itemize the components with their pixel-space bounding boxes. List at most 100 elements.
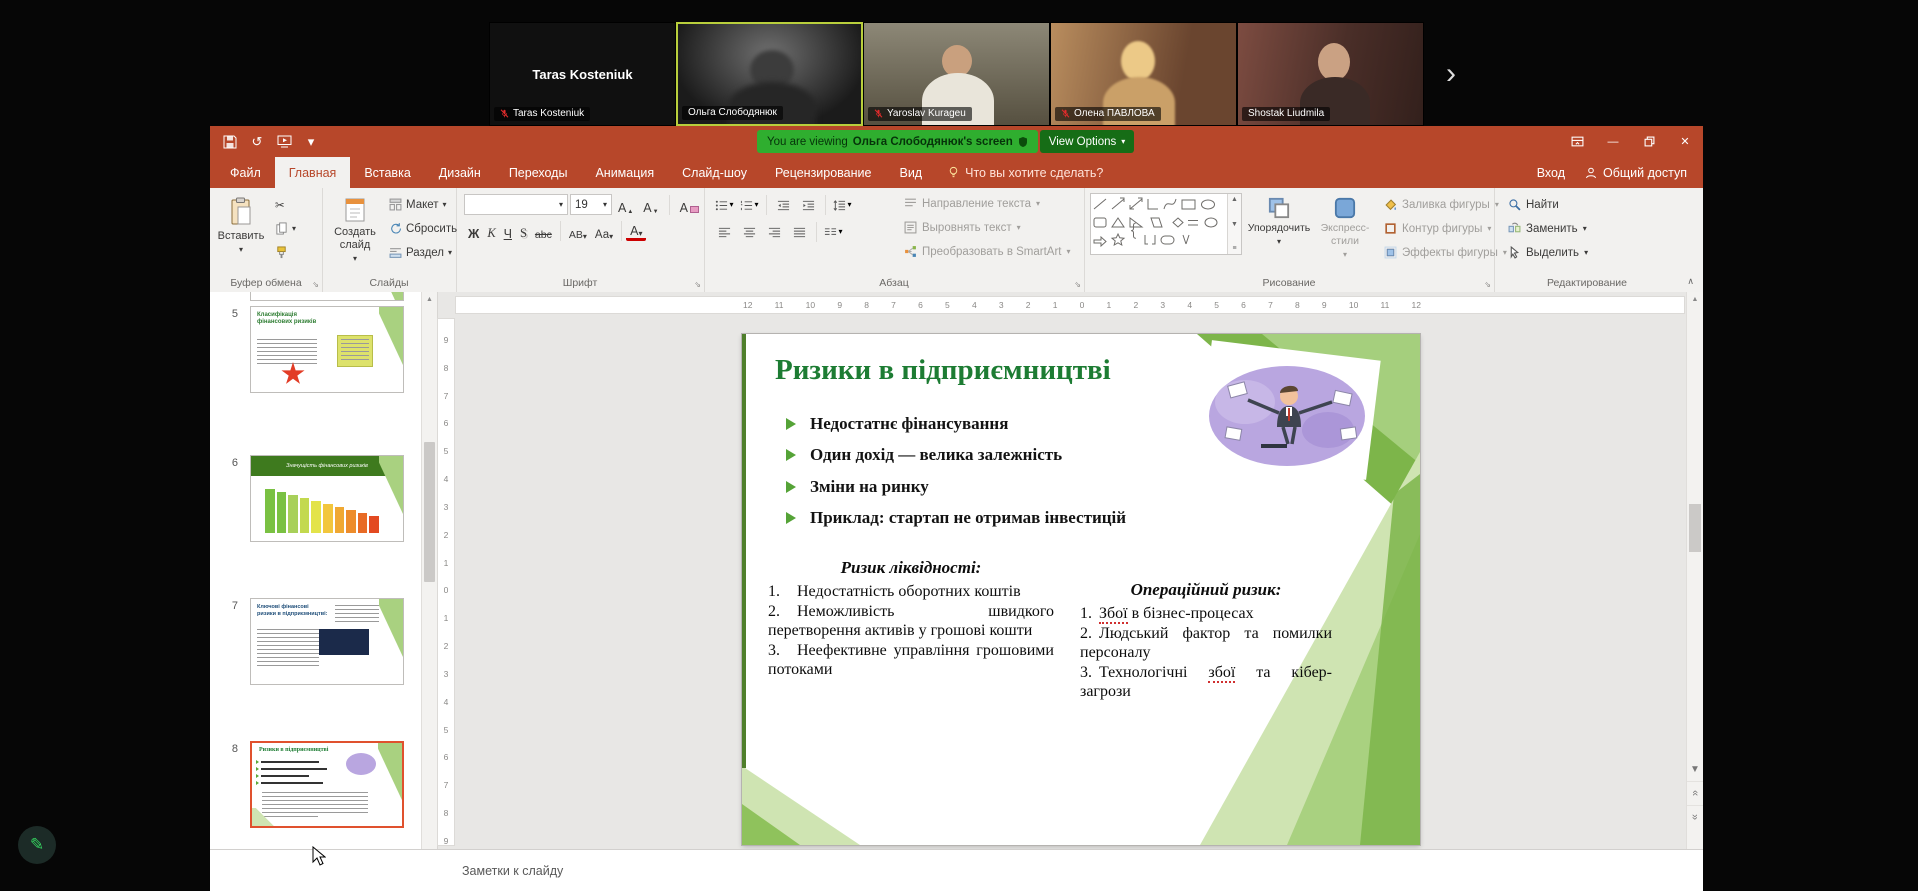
- annotate-button[interactable]: ✎: [18, 826, 56, 864]
- align-center-button[interactable]: [737, 221, 762, 243]
- convert-to-smartart-button[interactable]: Преобразовать в SmartArt▾: [900, 241, 1075, 262]
- copy-button[interactable]: ▾: [272, 218, 299, 239]
- tab-animations[interactable]: Анимация: [581, 157, 668, 188]
- italic-button[interactable]: К: [483, 221, 499, 241]
- font-size-combobox[interactable]: 19▾: [570, 194, 612, 215]
- columns-button[interactable]: ▾: [821, 221, 846, 243]
- operational-risk-textbox[interactable]: Операційний ризик: Збої в бізнес-процеса…: [1080, 580, 1332, 702]
- replace-button[interactable]: Заменить▾: [1504, 218, 1592, 239]
- dialog-launcher-icon[interactable]: ⇘: [1484, 280, 1491, 289]
- tab-view[interactable]: Вид: [885, 157, 936, 188]
- line-spacing-button[interactable]: ▾: [830, 194, 855, 216]
- slide-thumbnail-5[interactable]: Класифікація фінансових ризиків: [250, 306, 404, 393]
- next-slide-button[interactable]: «: [1687, 805, 1703, 828]
- increase-indent-button[interactable]: [796, 194, 821, 216]
- scroll-up-icon[interactable]: ▲: [422, 292, 437, 307]
- format-painter-button[interactable]: [272, 242, 299, 263]
- shapes-gallery[interactable]: ▲ ▼ ≡: [1090, 193, 1242, 255]
- dialog-launcher-icon[interactable]: ⇘: [1074, 280, 1081, 289]
- increase-font-size-button[interactable]: А▲: [614, 195, 637, 215]
- video-tile-shostak[interactable]: Shostak Liudmila: [1237, 22, 1424, 126]
- arrange-button[interactable]: Упорядочить ▾: [1246, 192, 1312, 275]
- undo-icon[interactable]: ↺: [249, 134, 265, 150]
- section-button[interactable]: Раздел▾: [386, 242, 460, 263]
- dialog-launcher-icon[interactable]: ⇘: [694, 280, 701, 289]
- clear-formatting-button[interactable]: А: [676, 195, 703, 215]
- minimize-button[interactable]: —: [1595, 126, 1631, 157]
- bold-button[interactable]: Ж: [464, 221, 483, 241]
- slide-thumbnail-7[interactable]: Ключові фінансові ризики в підприємництв…: [250, 598, 404, 685]
- layout-button[interactable]: Макет▾: [386, 194, 460, 215]
- liquidity-risk-textbox[interactable]: Ризик ліквідності: Недостатність оборотн…: [768, 558, 1054, 680]
- tab-slideshow[interactable]: Слайд-шоу: [668, 157, 761, 188]
- notes-pane[interactable]: Заметки к слайду: [210, 849, 1703, 891]
- underline-button[interactable]: Ч: [500, 221, 516, 241]
- change-case-button[interactable]: Аа▾: [591, 221, 617, 241]
- slide-thumbnail-8-selected[interactable]: Ризики в підприємництві: [250, 741, 404, 828]
- scrollbar-thumb[interactable]: [424, 442, 435, 582]
- decrease-font-size-button[interactable]: А▼: [639, 195, 662, 215]
- strikethrough-button[interactable]: abc: [531, 221, 556, 241]
- video-tile-olena[interactable]: Олена ПАВЛОВА: [1050, 22, 1237, 126]
- slide-thumbnail-partial[interactable]: [250, 292, 404, 301]
- align-right-button[interactable]: [762, 221, 787, 243]
- bullets-button[interactable]: ▾: [712, 194, 737, 216]
- shape-fill-button[interactable]: Заливка фигуры▾: [1380, 194, 1511, 215]
- tab-transitions[interactable]: Переходы: [495, 157, 582, 188]
- save-icon[interactable]: [222, 134, 238, 150]
- slide-canvas[interactable]: Ризики в підприємництві Недостатнє фінан…: [742, 334, 1420, 845]
- tab-review[interactable]: Рецензирование: [761, 157, 886, 188]
- select-button[interactable]: Выделить▾: [1504, 242, 1592, 263]
- slide-thumbnail-6[interactable]: Значущість фінансових ризиків: [250, 455, 404, 542]
- next-participants-button[interactable]: ›: [1438, 56, 1464, 92]
- group-label: Абзац: [704, 277, 1084, 289]
- close-button[interactable]: ✕: [1667, 126, 1703, 157]
- paste-button[interactable]: Вставить ▾: [215, 192, 267, 275]
- find-button[interactable]: Найти: [1504, 194, 1592, 215]
- text-shadow-button[interactable]: S: [516, 221, 531, 241]
- quick-styles-button[interactable]: Экспресс-стили ▾: [1314, 192, 1376, 275]
- gallery-down-icon[interactable]: ▼: [1231, 221, 1238, 228]
- scroll-up-icon[interactable]: ▲: [1687, 292, 1703, 307]
- video-tile-taras[interactable]: Taras Kosteniuk Taras Kosteniuk: [489, 22, 676, 126]
- shape-outline-button[interactable]: Контур фигуры▾: [1380, 218, 1511, 239]
- column-heading: Ризик ліквідності:: [768, 558, 1054, 578]
- previous-slide-button[interactable]: «: [1687, 781, 1703, 804]
- start-slideshow-icon[interactable]: [276, 134, 292, 150]
- video-tile-olga-active-speaker[interactable]: Ольга Слободянюк: [676, 22, 863, 126]
- restore-button[interactable]: [1631, 126, 1667, 157]
- scroll-down-icon[interactable]: ▼: [1687, 758, 1703, 780]
- scrollbar-thumb[interactable]: [1689, 504, 1701, 552]
- tab-design[interactable]: Дизайн: [425, 157, 495, 188]
- reset-button[interactable]: Сбросить: [386, 218, 460, 239]
- gallery-more-icon[interactable]: ≡: [1232, 245, 1236, 252]
- tab-file[interactable]: Файл: [216, 157, 275, 188]
- gallery-up-icon[interactable]: ▲: [1231, 196, 1238, 203]
- tab-home[interactable]: Главная: [275, 157, 351, 188]
- decrease-indent-button[interactable]: [771, 194, 796, 216]
- vertical-scrollbar[interactable]: ▲ ▼ « «: [1686, 292, 1703, 850]
- collapse-ribbon-button[interactable]: ∧: [1687, 276, 1694, 287]
- customize-qat-icon[interactable]: ▾: [303, 134, 319, 150]
- align-left-button[interactable]: [712, 221, 737, 243]
- thumbnails-scrollbar[interactable]: ▲: [421, 292, 437, 850]
- numbering-button[interactable]: ▾: [737, 194, 762, 216]
- new-slide-button[interactable]: Создать слайд ▾: [326, 192, 384, 275]
- font-name-combobox[interactable]: ▾: [464, 194, 568, 215]
- video-tile-yaroslav[interactable]: Yaroslav Kurageu: [863, 22, 1050, 126]
- ribbon-display-options-button[interactable]: [1559, 126, 1595, 157]
- shape-effects-button[interactable]: Эффекты фигуры▾: [1380, 242, 1511, 263]
- font-color-button[interactable]: А▾: [626, 221, 646, 241]
- text-direction-button[interactable]: Направление текста▾: [900, 193, 1075, 214]
- sign-in-button[interactable]: Вход: [1537, 166, 1565, 180]
- dialog-launcher-icon[interactable]: ⇘: [312, 280, 319, 289]
- align-text-button[interactable]: Выровнять текст▾: [900, 217, 1075, 238]
- horizontal-ruler: 1211109876543210123456789101112: [455, 296, 1685, 314]
- share-button[interactable]: Общий доступ: [1585, 166, 1687, 180]
- justify-button[interactable]: [787, 221, 812, 243]
- view-options-button[interactable]: View Options ▾: [1040, 130, 1135, 153]
- cut-button[interactable]: ✂: [272, 194, 299, 215]
- character-spacing-button[interactable]: АВ▾: [565, 221, 591, 241]
- tell-me-box[interactable]: Что вы хотите сделать?: [936, 157, 1115, 188]
- tab-insert[interactable]: Вставка: [350, 157, 424, 188]
